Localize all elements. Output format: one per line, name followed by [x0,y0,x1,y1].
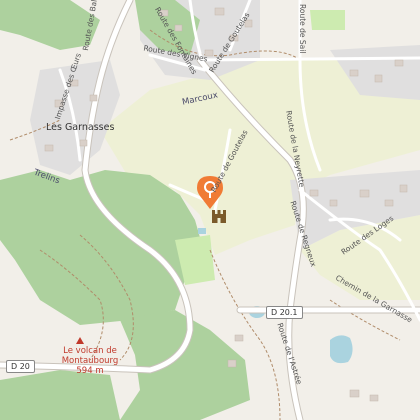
peak-label: Le volcan de Montaubourg 594 m [50,346,130,377]
label-les-garnasses: Les Garnasses [46,122,115,133]
road-label-sail: Route de Sail [298,4,307,54]
forest-area [0,370,120,420]
peak-elevation: 594 m [76,366,104,377]
pond [330,335,353,364]
peak-name: Le volcan de Montaubourg [61,346,119,367]
road-shield-d20-1: D 20.1 [266,306,303,319]
pool [198,228,206,234]
forest-area [0,170,205,325]
castle-icon[interactable] [212,210,226,223]
peak-icon [76,337,84,344]
meadow-area [310,10,345,30]
map-view[interactable]: Les Garnasses Marcoux Trelins Route des … [0,0,420,420]
road-shield-d20: D 20 [6,360,35,373]
